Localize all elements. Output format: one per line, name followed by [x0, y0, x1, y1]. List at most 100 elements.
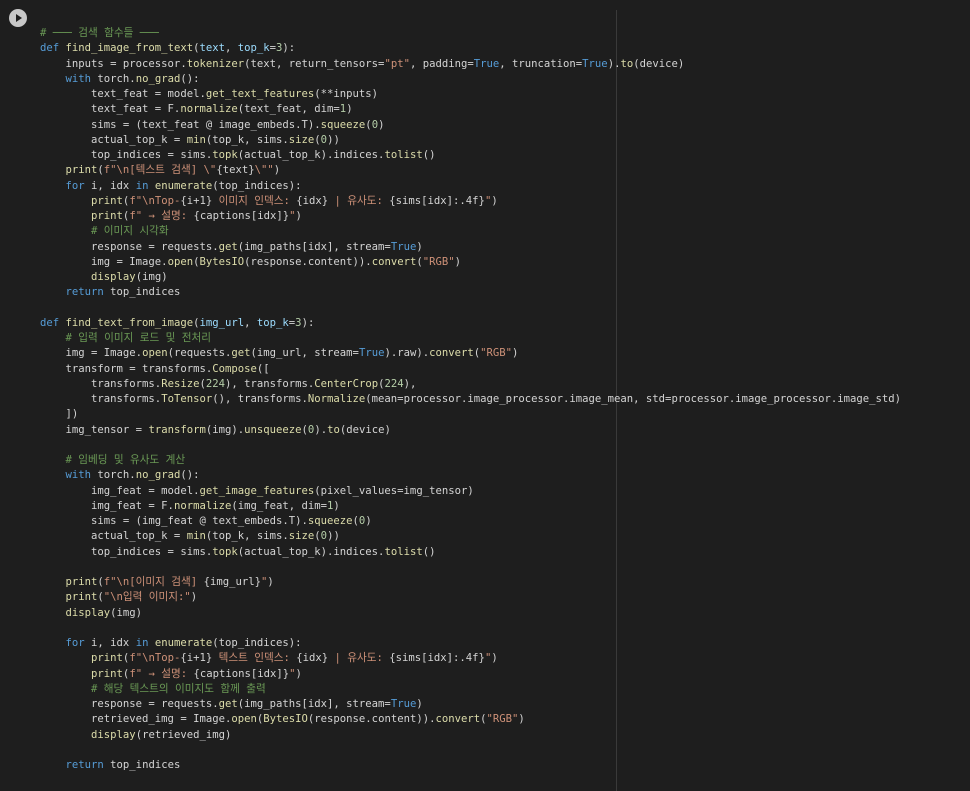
code-token: "RGB" [486, 713, 519, 726]
code-token: (**inputs) [314, 88, 379, 100]
code-token: (response.content)). [244, 255, 372, 268]
code-token: ) [512, 347, 519, 360]
code-token: BytesIO [199, 255, 245, 268]
code-token: (actual_top_k).indices. [237, 149, 385, 161]
code-line: img = Image.open(BytesIO(response.conten… [40, 255, 901, 270]
code-token: top_indices [103, 286, 181, 299]
code-token: img = Image. [40, 255, 168, 268]
code-token: Normalize [307, 393, 366, 405]
code-token: print [91, 194, 123, 207]
code-token: top_indices = sims. [40, 545, 213, 558]
code-token: display [65, 606, 111, 619]
code-token: transform = transforms. [40, 362, 213, 375]
code-token: transforms. [40, 393, 162, 405]
code-token: f"\nTop- [129, 652, 181, 665]
code-token: print [91, 667, 123, 680]
code-line: print(f"\n[이미지 검색] {img_url}") [40, 575, 901, 590]
code-line: ​ [40, 560, 901, 575]
code-token: open [167, 255, 194, 268]
code-token: text_feat = model. [40, 88, 206, 100]
code-token: (img) [135, 271, 168, 283]
code-token: sims = (img_feat @ text_embeds.T). [40, 515, 308, 527]
code-token: 텍스트 인덱스: [212, 652, 297, 665]
code-token: True [390, 698, 417, 710]
code-token: img_feat = model. [40, 484, 200, 497]
code-token: ), [403, 377, 417, 390]
code-token: "pt" [384, 57, 410, 70]
code-line: # 해당 텍스트의 이미지도 함께 출력 [40, 682, 901, 697]
code-token: (), transforms. [212, 393, 308, 405]
code-line: for i, idx in enumerate(top_indices): [40, 636, 901, 651]
code-line: img_tensor = transform(img).unsqueeze(0)… [40, 423, 901, 438]
code-editor[interactable]: # ─── 검색 함수들 ─── def find_image_from_text… [40, 26, 901, 773]
code-line: transforms.Resize(224), transforms.Cente… [40, 377, 901, 392]
code-token: print [65, 164, 98, 177]
code-token: get [218, 240, 238, 253]
code-line: with torch.no_grad(): [40, 468, 901, 483]
code-line: return top_indices [40, 285, 901, 300]
code-token: , [224, 42, 238, 55]
code-token: , [244, 316, 257, 329]
code-token: {idx} [296, 194, 329, 207]
code-token: response = requests. [40, 698, 219, 710]
code-line: inputs = processor.tokenizer(text, retur… [40, 57, 901, 72]
code-token: (mean=processor.image_processor.image_me… [365, 393, 902, 405]
code-token: ]) [40, 408, 79, 421]
code-line: transform = transforms.Compose([ [40, 362, 901, 377]
code-token: "RGB" [422, 255, 455, 268]
code-line: def find_text_from_image(img_url, top_k=… [40, 316, 901, 331]
code-line: ​ [40, 621, 901, 636]
code-token: (img_feat, dim= [231, 499, 328, 512]
code-token: with [65, 72, 92, 85]
code-token: size [288, 133, 315, 146]
code-token: (img_paths[idx], stream= [237, 698, 391, 710]
code-token: topk [212, 149, 238, 161]
code-line: text_feat = model.get_text_features(**in… [40, 87, 901, 102]
code-token: {i+1} [180, 194, 213, 207]
code-token: (img). [205, 423, 245, 436]
code-token: size [288, 530, 315, 543]
code-token: True [390, 240, 417, 253]
code-token: open [142, 347, 168, 360]
code-token: ). [607, 57, 621, 70]
code-token: Compose [212, 362, 257, 375]
code-token: (top_k, sims. [205, 133, 289, 146]
code-line: print(f"\nTop-{i+1} 텍스트 인덱스: {idx} | 유사도… [40, 651, 901, 666]
code-token: , padding= [409, 57, 474, 70]
code-line: img_feat = F.normalize(img_feat, dim=1) [40, 499, 901, 514]
code-token: transforms. [40, 377, 162, 390]
run-cell-button[interactable] [9, 9, 27, 27]
code-cell[interactable]: # ─── 검색 함수들 ─── def find_image_from_text… [36, 0, 970, 791]
code-line: ]) [40, 407, 901, 422]
code-token: (device) [339, 423, 391, 436]
code-token: to [327, 423, 340, 436]
code-token: convert [371, 255, 417, 268]
code-line: display(retrieved_img) [40, 728, 901, 743]
code-token: ) [416, 240, 423, 253]
code-token: i, idx [84, 637, 136, 649]
code-token: () [422, 149, 436, 161]
code-token: # 입력 이미지 로드 및 전처리 [40, 332, 212, 344]
code-token: ).raw). [384, 347, 430, 360]
code-line: print(f"\n[텍스트 검색] \"{text}\"") [40, 163, 901, 178]
code-token: text_feat = F. [40, 103, 181, 116]
cell-gutter [0, 0, 36, 791]
code-line: response = requests.get(img_paths[idx], … [40, 240, 901, 255]
code-token: normalize [180, 103, 238, 116]
code-line: for i, idx in enumerate(top_indices): [40, 179, 901, 194]
code-token: get [231, 347, 251, 360]
code-line: transforms.ToTensor(), transforms.Normal… [40, 392, 901, 407]
code-token: def [40, 316, 66, 329]
code-token: ) [416, 698, 423, 710]
code-token: f" → 설명: [129, 210, 194, 222]
code-token: (text, return_tensors= [244, 57, 385, 70]
code-token: print [65, 591, 98, 604]
code-token: return [65, 286, 104, 299]
code-token: f"\n[이미지 검색] [103, 576, 204, 588]
